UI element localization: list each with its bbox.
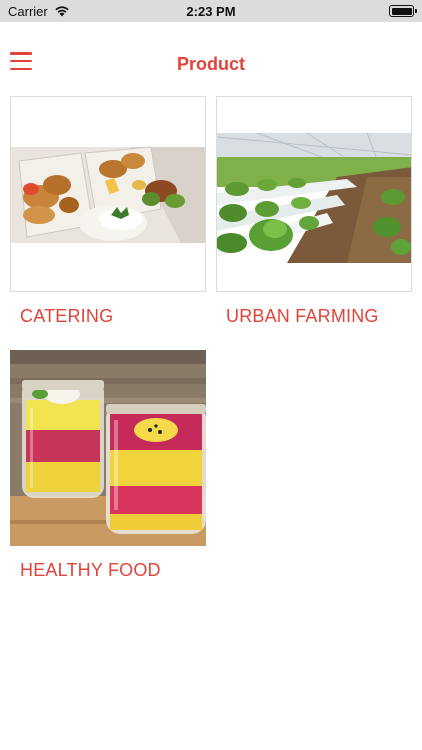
catering-image (10, 96, 206, 292)
product-card-catering[interactable]: CATERING (10, 96, 206, 336)
urban-farming-image (216, 96, 412, 292)
healthy-food-image (10, 350, 206, 546)
carrier-label: Carrier (8, 3, 48, 19)
product-card-healthy-food[interactable]: HEALTHY FOOD (10, 350, 206, 590)
wifi-icon (55, 6, 69, 17)
status-bar: Carrier 2:23 PM (0, 0, 422, 22)
navigation-bar: Product (0, 22, 422, 84)
product-label: CATERING (20, 306, 114, 326)
page-title: Product (176, 54, 245, 74)
product-label: HEALTHY FOOD (20, 560, 161, 580)
product-card-urban-farming[interactable]: URBAN FARMING (216, 96, 412, 336)
status-left: Carrier (8, 4, 70, 19)
product-label: URBAN FARMING (226, 306, 379, 326)
battery-icon (389, 5, 417, 17)
